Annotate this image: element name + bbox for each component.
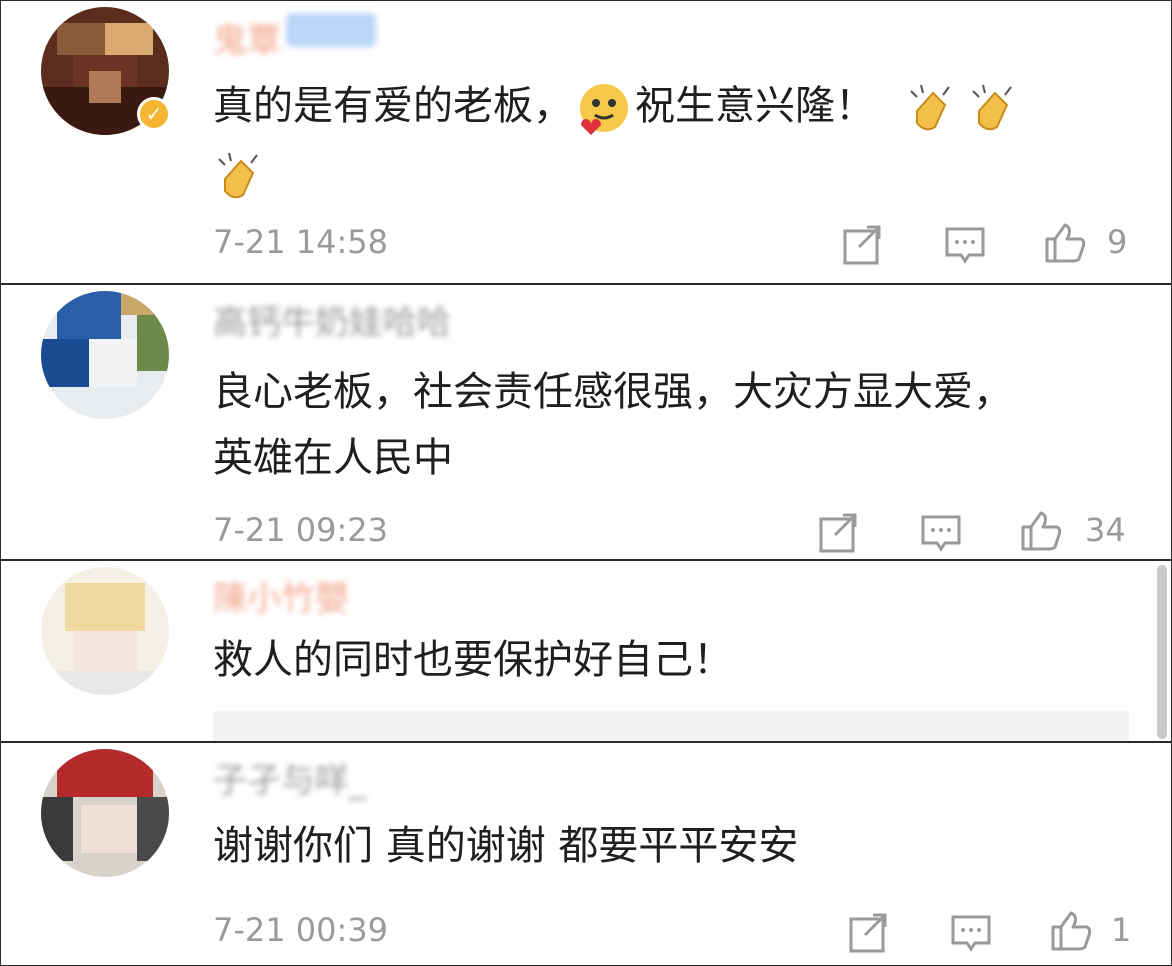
avatar[interactable] xyxy=(41,567,169,695)
timestamp: 7-21 09:23 xyxy=(213,511,389,549)
comment-button[interactable] xyxy=(943,223,987,267)
like-button[interactable] xyxy=(1049,909,1093,953)
comment-text-line2: 英雄在人民中 xyxy=(213,435,453,481)
reply-preview-box[interactable] xyxy=(213,711,1129,741)
comment-icon xyxy=(921,515,961,552)
scrollbar[interactable] xyxy=(1157,565,1167,739)
repost-button[interactable] xyxy=(841,223,885,267)
verified-icon: ✓ xyxy=(137,97,171,131)
fans-badge-icon xyxy=(286,13,377,47)
username-text: 鬼覃 xyxy=(213,21,281,61)
timestamp: 7-21 00:39 xyxy=(213,911,389,949)
repost-icon xyxy=(819,513,857,553)
repost-button[interactable] xyxy=(817,511,861,555)
comment-text-part2: 祝生意兴隆！ xyxy=(635,83,875,129)
comment-text-part1: 真的是有爱的老板， xyxy=(213,83,573,129)
comment-text-line2 xyxy=(213,141,271,207)
comment-button[interactable] xyxy=(949,911,993,955)
avatar[interactable] xyxy=(41,749,169,877)
comment-card-4: 子孑与咩_ 谢谢你们 真的谢谢 都要平平安安 7-21 00:39 1 xyxy=(0,742,1172,966)
comment-icon xyxy=(951,915,991,952)
comment-text-line1: 良心老板，社会责任感很强，大灾方显大爱， xyxy=(213,369,1013,415)
like-count: 9 xyxy=(1107,223,1128,261)
repost-icon xyxy=(843,225,881,265)
comment-text: 真的是有爱的老板， 祝生意兴隆！ xyxy=(213,73,1025,139)
clapping-hands-icon xyxy=(905,81,959,135)
username[interactable]: 子孑与咩_ xyxy=(213,753,366,801)
username[interactable]: 高钙牛奶娃哈哈 xyxy=(213,295,451,343)
thumbs-up-icon xyxy=(1021,511,1062,551)
thumbs-up-icon xyxy=(1045,223,1086,263)
comment-button[interactable] xyxy=(919,511,963,555)
username[interactable]: 陳小竹嬰 xyxy=(213,571,349,619)
username-text: 子孑与咩_ xyxy=(213,761,366,801)
username-text: 高钙牛奶娃哈哈 xyxy=(213,303,451,343)
repost-icon xyxy=(849,913,887,953)
username-text: 陳小竹嬰 xyxy=(213,579,349,619)
smiling-love-emoji-icon xyxy=(577,81,631,135)
like-button[interactable] xyxy=(1043,221,1087,265)
like-count: 1 xyxy=(1111,911,1132,949)
like-count: 34 xyxy=(1085,511,1126,549)
thumbs-up-icon xyxy=(1051,911,1092,951)
comment-card-2: 高钙牛奶娃哈哈 良心老板，社会责任感很强，大灾方显大爱， 英雄在人民中 7-21… xyxy=(0,284,1172,560)
comment-card-3: 陳小竹嬰 救人的同时也要保护好自己！ xyxy=(0,560,1172,742)
avatar[interactable] xyxy=(41,291,169,419)
comment-text: 谢谢你们 真的谢谢 都要平平安安 xyxy=(213,823,799,869)
like-button[interactable] xyxy=(1019,509,1063,553)
timestamp: 7-21 14:58 xyxy=(213,223,389,261)
clapping-hands-icon xyxy=(967,81,1021,135)
comment-text: 救人的同时也要保护好自己！ xyxy=(213,637,733,683)
username[interactable]: 鬼覃 xyxy=(213,13,380,61)
comment-card-1: ✓ 鬼覃 真的是有爱的老板， 祝生意兴隆！ 7-21 14:58 9 xyxy=(0,0,1172,284)
comment-icon xyxy=(945,227,985,264)
clapping-hands-icon xyxy=(213,149,267,203)
repost-button[interactable] xyxy=(847,911,891,955)
